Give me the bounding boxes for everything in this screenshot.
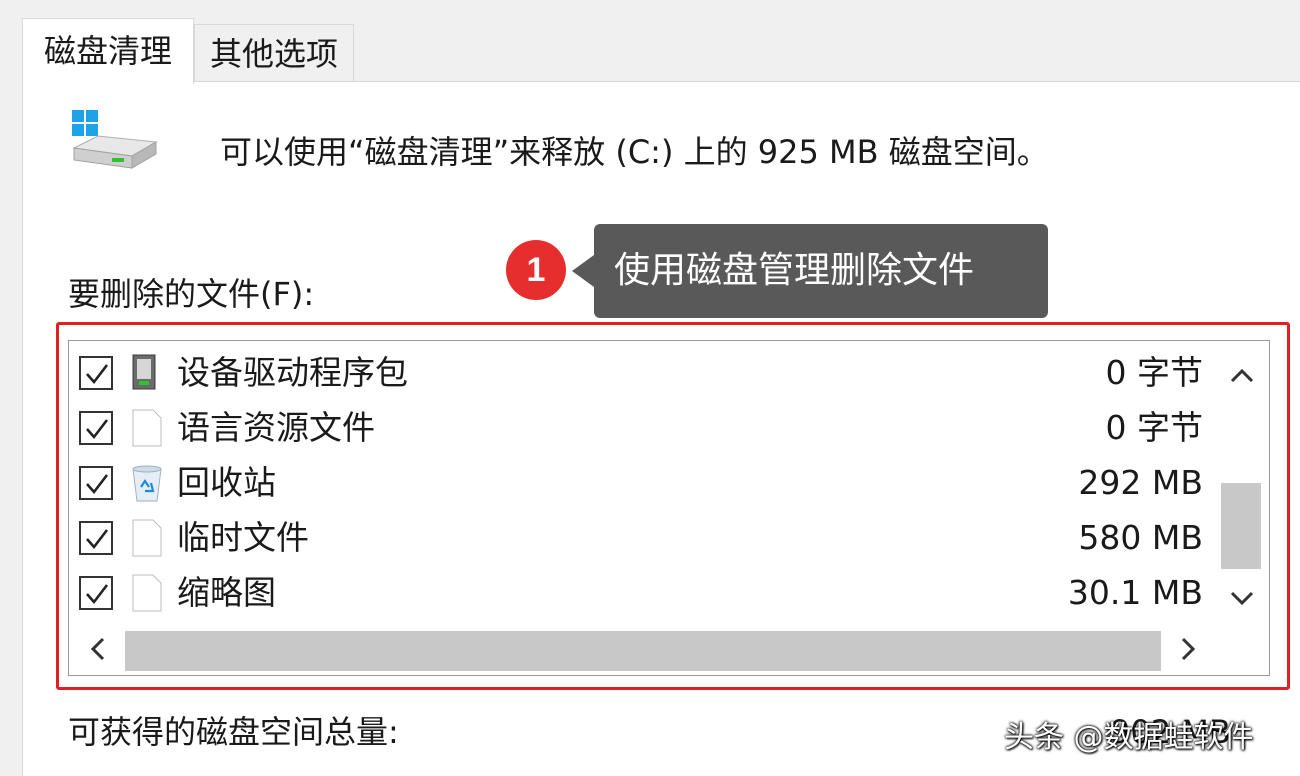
list-item[interactable]: 回收站 292 MB bbox=[69, 455, 1217, 510]
total-space-label: 可获得的磁盘空间总量: bbox=[68, 713, 399, 751]
list-item[interactable]: 设备驱动程序包 0 字节 bbox=[69, 345, 1217, 400]
file-icon bbox=[129, 408, 165, 452]
list-item-label: 临时文件 bbox=[177, 518, 309, 557]
callout-arrow bbox=[572, 255, 594, 287]
scroll-down-icon[interactable] bbox=[1217, 573, 1267, 623]
list-item[interactable]: 语言资源文件 0 字节 bbox=[69, 400, 1217, 455]
list-item-size: 0 字节 bbox=[1105, 353, 1204, 392]
checkbox-checked[interactable] bbox=[79, 521, 113, 555]
watermark: 头条 @数据蛙软件 bbox=[1004, 720, 1254, 755]
list-item-size: 0 字节 bbox=[1105, 408, 1204, 447]
list-item-size: 292 MB bbox=[1078, 463, 1203, 502]
summary-text: 可以使用“磁盘清理”来释放 (C:) 上的 925 MB 磁盘空间。 bbox=[220, 133, 1049, 171]
scroll-left-icon[interactable] bbox=[73, 625, 123, 673]
checkbox-checked[interactable] bbox=[79, 576, 113, 610]
vertical-scrollbar[interactable] bbox=[1217, 343, 1267, 623]
annotation-badge: 1 bbox=[506, 240, 566, 300]
list-item-label: 语言资源文件 bbox=[177, 408, 375, 447]
tab-more-options[interactable]: 其他选项 bbox=[194, 24, 354, 82]
horizontal-scroll-thumb[interactable] bbox=[125, 631, 1161, 671]
list-item-size: 580 MB bbox=[1078, 518, 1203, 557]
vertical-scroll-thumb[interactable] bbox=[1221, 483, 1261, 569]
annotation-callout: 使用磁盘管理删除文件 bbox=[594, 224, 1048, 318]
list-item[interactable]: 缩略图 30.1 MB bbox=[69, 565, 1217, 620]
list-item-label: 回收站 bbox=[177, 463, 276, 502]
list-item-label: 设备驱动程序包 bbox=[177, 353, 408, 392]
file-icon bbox=[129, 518, 165, 562]
scroll-up-icon[interactable] bbox=[1217, 351, 1267, 401]
files-to-delete-label: 要删除的文件(F): bbox=[68, 275, 315, 313]
recycle-bin-icon bbox=[129, 463, 165, 507]
file-icon bbox=[129, 573, 165, 617]
files-listbox[interactable]: 设备驱动程序包 0 字节 语言资源文件 0 字节 回收站 292 MB 临时文件… bbox=[68, 340, 1270, 676]
drive-icon bbox=[70, 108, 160, 178]
driver-package-icon bbox=[129, 353, 165, 397]
horizontal-scrollbar[interactable] bbox=[71, 625, 1267, 673]
checkbox-checked[interactable] bbox=[79, 356, 113, 390]
list-item[interactable]: 临时文件 580 MB bbox=[69, 510, 1217, 565]
scroll-right-icon[interactable] bbox=[1163, 625, 1213, 673]
checkbox-checked[interactable] bbox=[79, 466, 113, 500]
list-item-label: 缩略图 bbox=[177, 573, 276, 612]
list-item-size: 30.1 MB bbox=[1067, 573, 1203, 612]
tab-disk-cleanup[interactable]: 磁盘清理 bbox=[22, 18, 194, 84]
checkbox-checked[interactable] bbox=[79, 411, 113, 445]
